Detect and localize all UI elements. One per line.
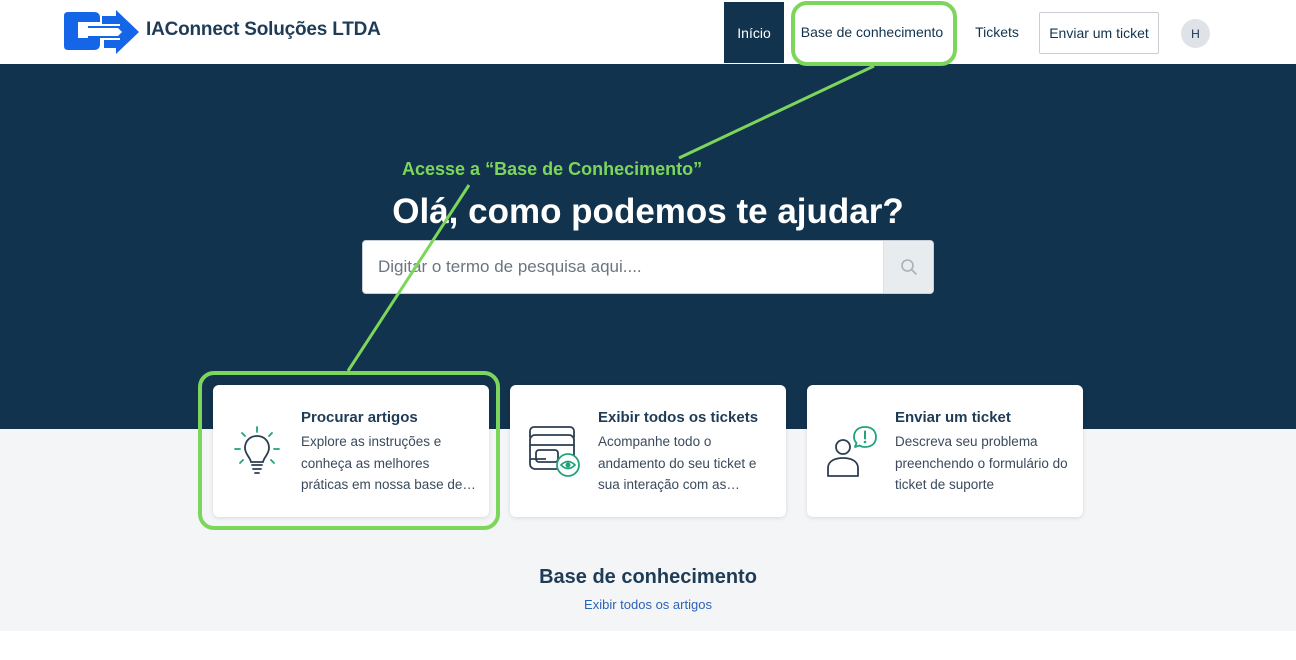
nav-send-ticket-button[interactable]: Enviar um ticket <box>1039 12 1159 54</box>
card-title: Exibir todos os tickets <box>598 409 759 426</box>
search-input[interactable] <box>363 241 883 293</box>
tickets-eye-icon <box>529 426 580 477</box>
view-all-articles-link[interactable]: Exibir todos os artigos <box>584 597 712 612</box>
company-name[interactable]: IAConnect Soluções LTDA <box>146 19 381 41</box>
nav-home[interactable]: Início <box>724 2 784 63</box>
card-view-tickets[interactable]: Exibir todos os tickets Acompanhe todo o… <box>510 385 786 517</box>
view-all-articles-link-wrap: Exibir todos os artigos <box>0 597 1296 612</box>
page: IAConnect Soluções LTDA Início Base de c… <box>0 0 1296 660</box>
card-send-ticket[interactable]: Enviar um ticket Descreva seu problema p… <box>807 385 1083 517</box>
knowledge-base-heading: Base de conhecimento <box>539 566 757 588</box>
user-avatar[interactable]: H <box>1181 19 1210 48</box>
search-icon <box>900 259 917 275</box>
search-bar <box>362 240 934 294</box>
card-description: Descreva seu problema preenchendo o form… <box>895 434 1068 492</box>
person-alert-icon <box>827 426 877 477</box>
card-description: Acompanhe todo o andamento do seu ticket… <box>598 434 757 492</box>
annotation-highlight-card <box>198 371 500 530</box>
annotation-highlight-nav <box>791 1 957 66</box>
hero-title: Olá, como podemos te ajudar? <box>392 192 904 231</box>
company-logo-icon[interactable] <box>64 10 139 54</box>
top-header: IAConnect Soluções LTDA Início Base de c… <box>0 0 1296 64</box>
annotation-label: Acesse a “Base de Conhecimento” <box>402 159 703 179</box>
nav-tickets[interactable]: Tickets <box>966 13 1028 51</box>
search-button[interactable] <box>883 241 933 293</box>
card-title: Enviar um ticket <box>895 409 1011 426</box>
